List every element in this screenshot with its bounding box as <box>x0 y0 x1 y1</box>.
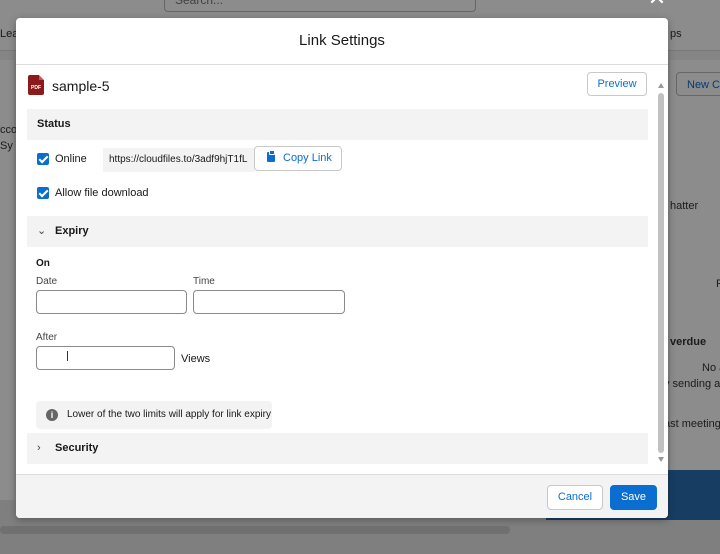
link-settings-modal: Link Settings PDF sample-5 Preview Statu… <box>16 18 668 518</box>
modal-body: PDF sample-5 Preview Status Online https… <box>16 65 668 474</box>
scroll-up-icon[interactable] <box>658 83 664 88</box>
modal-footer: Cancel Save <box>16 474 668 518</box>
clipboard-icon <box>267 150 275 162</box>
time-input[interactable] <box>193 290 345 314</box>
scroll-down-icon[interactable] <box>658 457 664 462</box>
allow-download-label: Allow file download <box>55 187 149 199</box>
status-section-header: Status <box>27 109 648 140</box>
text-cursor-icon <box>67 351 68 361</box>
date-label: Date <box>36 276 58 287</box>
date-input[interactable] <box>36 290 187 314</box>
expiry-info-note: i Lower of the two limits will apply for … <box>36 401 272 429</box>
expiry-info-text: Lower of the two limits will apply for l… <box>67 409 271 420</box>
scroll-thumb[interactable] <box>658 93 664 453</box>
views-input[interactable] <box>36 346 175 370</box>
copy-link-button[interactable]: Copy Link <box>254 146 342 171</box>
share-url-field[interactable]: https://cloudfiles.to/3adf9hjT1fL <box>103 148 255 172</box>
after-label: After <box>36 332 58 343</box>
expiry-heading: Expiry <box>55 225 89 237</box>
security-section-header[interactable]: › Security <box>27 433 648 464</box>
chevron-down-icon: ⌄ <box>37 225 47 237</box>
modal-title: Link Settings <box>16 18 668 65</box>
modal-scrollbar[interactable] <box>658 83 664 463</box>
preview-button[interactable]: Preview <box>587 72 647 96</box>
online-checkbox[interactable] <box>37 153 49 165</box>
close-icon[interactable]: ✕ <box>644 0 670 10</box>
info-icon: i <box>46 409 58 421</box>
pdf-file-icon: PDF <box>28 75 44 95</box>
copy-link-label: Copy Link <box>283 152 332 164</box>
allow-download-checkbox[interactable] <box>37 187 49 199</box>
views-label: Views <box>181 353 211 365</box>
online-label: Online <box>55 153 87 165</box>
expiry-on-label: On <box>36 258 50 269</box>
cancel-button[interactable]: Cancel <box>547 485 603 510</box>
security-heading: Security <box>55 442 99 454</box>
save-button[interactable]: Save <box>610 485 657 510</box>
time-label: Time <box>193 276 215 287</box>
file-name: sample-5 <box>52 78 110 94</box>
expiry-section-header[interactable]: ⌄ Expiry <box>27 216 648 247</box>
chevron-right-icon: › <box>37 442 41 454</box>
